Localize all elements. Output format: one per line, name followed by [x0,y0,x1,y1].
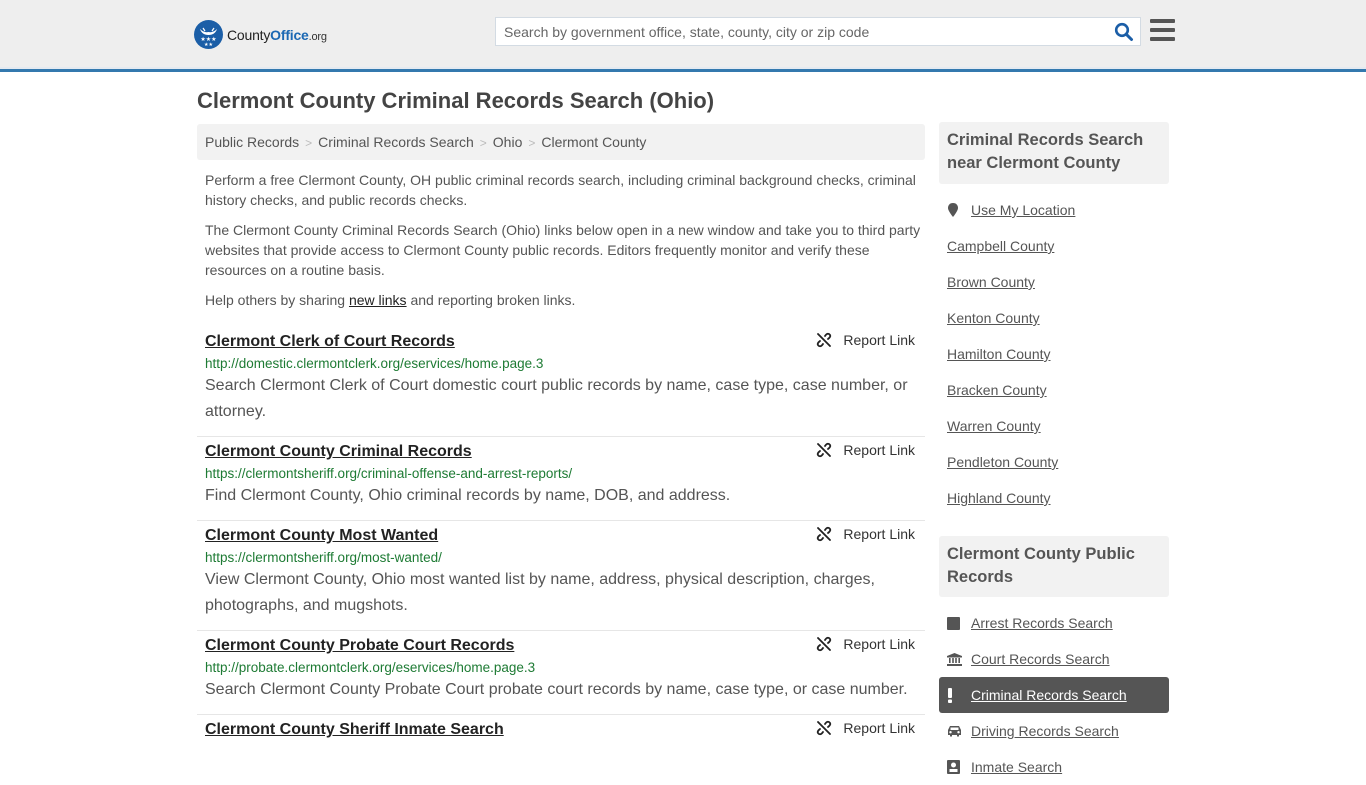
square-icon [947,616,963,630]
nearby-county-link[interactable]: Pendleton County [947,444,1169,480]
breadcrumb-public-records[interactable]: Public Records [205,134,299,150]
search-box [495,17,1141,46]
broken-link-icon [817,526,832,542]
map-pin-icon [947,202,963,218]
result-item: Clermont County Criminal Records Report … [197,437,925,521]
nearby-county-link[interactable]: Hamilton County [947,336,1169,372]
breadcrumb-clermont-county[interactable]: Clermont County [541,134,646,150]
menu-bar [1150,28,1175,32]
nearby-county-link[interactable]: Campbell County [947,228,1169,264]
inmate-icon [947,760,963,774]
svg-text:★★: ★★ [204,42,213,48]
eagle-logo-icon: ★★★ ★★ [194,20,223,49]
result-description: Search Clermont Clerk of Court domestic … [205,377,908,420]
result-title-link[interactable]: Clermont Clerk of Court Records [205,332,455,352]
court-records-search-link[interactable]: Court Records Search [947,641,1169,677]
nearby-county-list: Use My Location Campbell County Brown Co… [947,192,1169,516]
intro-paragraph: Perform a free Clermont County, OH publi… [205,172,916,208]
nearby-county-link[interactable]: Warren County [947,408,1169,444]
breadcrumb-separator: > [528,136,536,150]
breadcrumb-separator: > [479,136,487,150]
share-links-note: Help others by sharing new links and rep… [205,292,576,308]
result-title-link[interactable]: Clermont County Probate Court Records [205,636,514,656]
car-icon [947,725,963,737]
result-url[interactable]: https://clermontsheriff.org/most-wanted/ [205,550,917,566]
search-input[interactable] [496,18,1106,45]
broken-link-icon [817,332,832,348]
result-item: Clermont County Sheriff Inmate Search Re… [197,715,925,751]
nearby-heading: Criminal Records Search near Clermont Co… [939,122,1169,184]
result-title-link[interactable]: Clermont County Criminal Records [205,442,472,462]
page-title: Clermont County Criminal Records Search … [197,88,715,113]
nearby-county-link[interactable]: Brown County [947,264,1169,300]
nearby-county-link[interactable]: Kenton County [947,300,1169,336]
menu-bar [1150,37,1175,41]
new-links-link[interactable]: new links [349,292,407,308]
result-description: Search Clermont County Probate Court pro… [205,681,908,698]
breadcrumb-criminal-records-search[interactable]: Criminal Records Search [318,134,474,150]
logo-text: CountyOffice.org [227,26,327,43]
intro-paragraph: The Clermont County Criminal Records Sea… [205,222,921,278]
result-item: Clermont Clerk of Court Records Report L… [197,327,925,437]
nearby-county-link[interactable]: Highland County [947,480,1169,516]
broken-link-icon [817,442,832,458]
menu-bar [1150,19,1175,23]
result-url[interactable]: https://clermontsheriff.org/criminal-off… [205,466,917,482]
intro-text: Perform a free Clermont County, OH publi… [205,170,923,320]
public-records-list: Arrest Records Search Court Records Sear… [939,605,1169,785]
courthouse-icon [947,652,963,666]
hamburger-menu-button[interactable] [1150,19,1175,42]
result-item: Clermont County Probate Court Records Re… [197,631,925,715]
search-icon [1114,22,1133,41]
site-header: ★★★ ★★ CountyOffice.org [0,0,1366,72]
search-button[interactable] [1114,22,1134,42]
result-url[interactable]: http://domestic.clermontclerk.org/eservi… [205,356,917,372]
arrest-records-search-link[interactable]: Arrest Records Search [947,605,1169,641]
result-description: View Clermont County, Ohio most wanted l… [205,571,875,614]
driving-records-search-link[interactable]: Driving Records Search [947,713,1169,749]
breadcrumb-separator: > [305,136,313,150]
broken-link-icon [817,636,832,652]
result-description: Find Clermont County, Ohio criminal reco… [205,487,731,504]
nearby-county-link[interactable]: Bracken County [947,372,1169,408]
result-title-link[interactable]: Clermont County Most Wanted [205,526,438,546]
results-list: Clermont Clerk of Court Records Report L… [197,327,925,751]
report-link-button[interactable]: Report Link [815,720,915,736]
inmate-search-link[interactable]: Inmate Search [947,749,1169,785]
broken-link-icon [817,720,832,736]
report-link-button[interactable]: Report Link [815,636,915,652]
site-logo[interactable]: ★★★ ★★ CountyOffice.org [194,20,327,49]
breadcrumb-ohio[interactable]: Ohio [493,134,523,150]
result-title-link[interactable]: Clermont County Sheriff Inmate Search [205,720,504,740]
report-link-button[interactable]: Report Link [815,332,915,348]
exclamation-icon [947,687,963,703]
public-records-heading: Clermont County Public Records [939,536,1169,597]
report-link-button[interactable]: Report Link [815,442,915,458]
use-my-location-link[interactable]: Use My Location [947,192,1169,228]
breadcrumb: Public Records > Criminal Records Search > O… [197,124,925,160]
report-link-button[interactable]: Report Link [815,526,915,542]
criminal-records-search-link[interactable]: Criminal Records Search [939,677,1169,713]
result-url[interactable]: http://probate.clermontclerk.org/eservic… [205,660,917,676]
result-item: Clermont County Most Wanted Report Link … [197,521,925,631]
